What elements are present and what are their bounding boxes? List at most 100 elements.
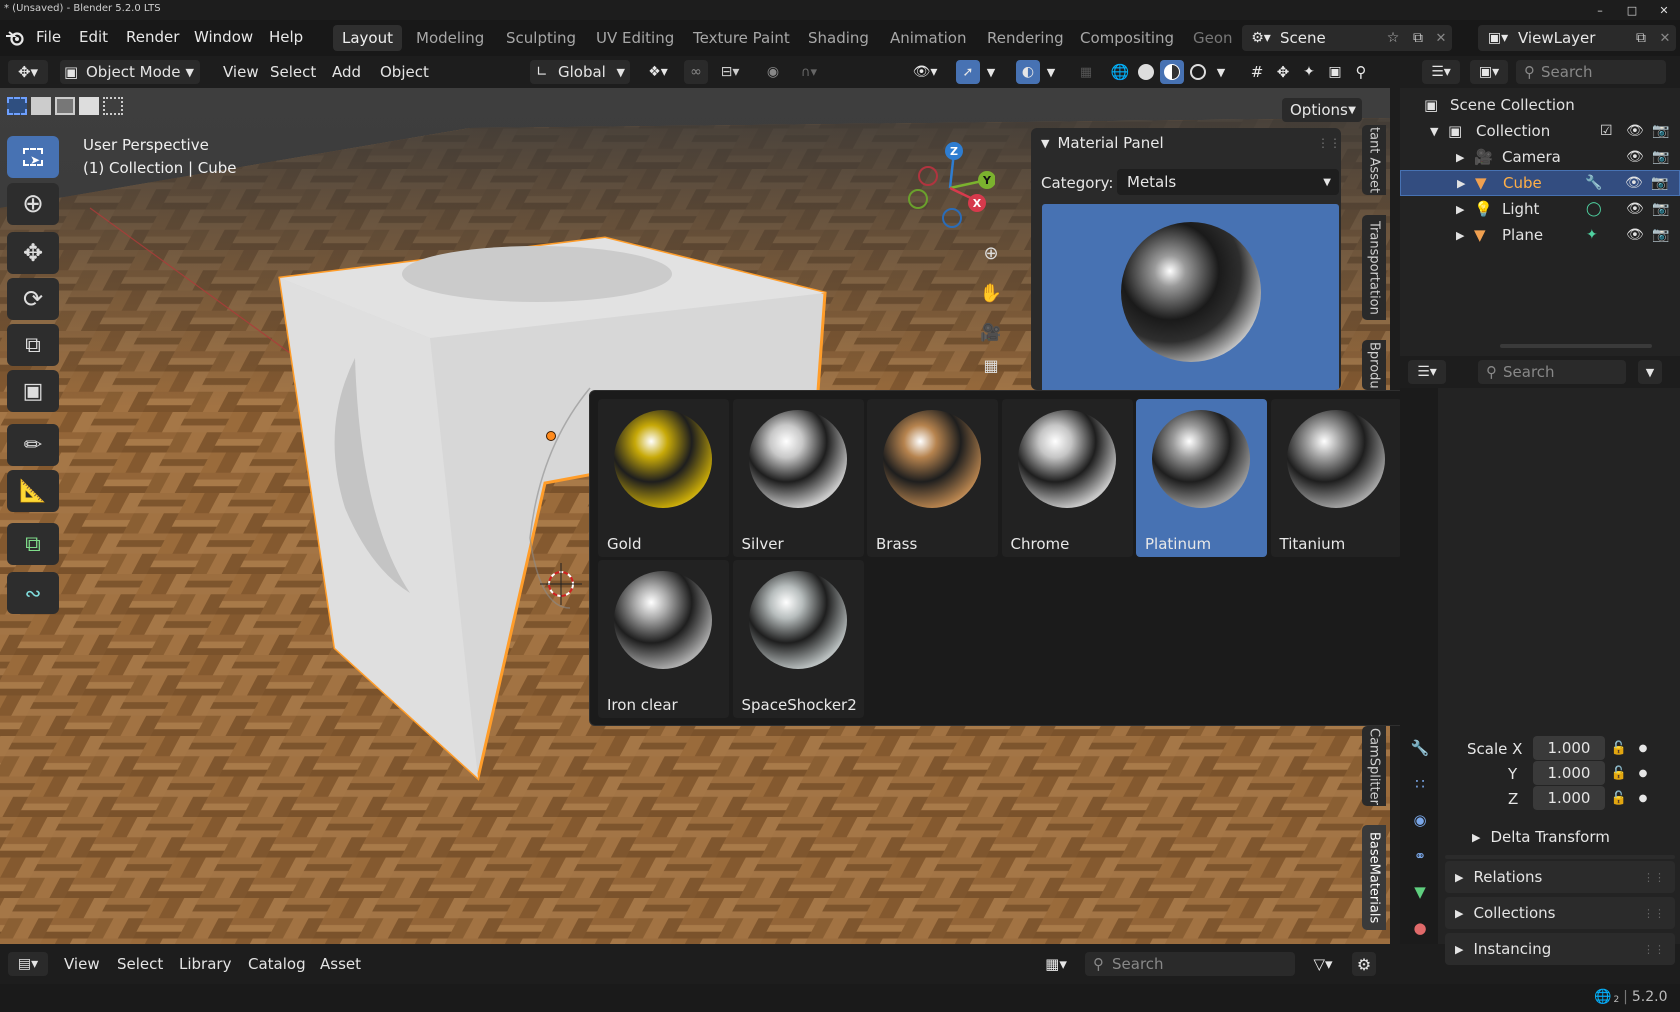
viewlayer-icon[interactable]: ▣▾: [1478, 30, 1518, 46]
display-mode-icon[interactable]: ▣▾: [1470, 60, 1508, 84]
tab-modeling[interactable]: Modeling: [407, 25, 493, 51]
falloff-icon[interactable]: ∩▾: [789, 60, 829, 84]
sidebar-tab-transportation[interactable]: Transportation: [1362, 215, 1386, 320]
scale-x-field[interactable]: 1.000: [1533, 736, 1605, 760]
chevron-down-icon[interactable]: ▼: [1042, 60, 1060, 84]
select-intersect-icon[interactable]: [103, 97, 123, 115]
eye-icon[interactable]: 👁: [1626, 123, 1652, 139]
snap-target-icon[interactable]: ⊟▾: [710, 60, 750, 84]
select-invert-icon[interactable]: [79, 97, 99, 115]
outliner-row-cube[interactable]: ▶ ▼ Cube 🔧 👁 📷: [1400, 170, 1680, 196]
blender-logo-icon[interactable]: [4, 29, 26, 47]
tab-rendering[interactable]: Rendering: [978, 25, 1073, 51]
outliner-row-plane[interactable]: ▶ ▼ Plane ✦ 👁 📷: [1400, 222, 1680, 248]
solid-shading-icon[interactable]: [1134, 60, 1158, 84]
remove-viewlayer-icon[interactable]: ✕: [1654, 31, 1676, 46]
checkbox-icon[interactable]: ☑: [1600, 123, 1626, 139]
asset-menu-catalog[interactable]: Catalog: [242, 952, 312, 976]
drag-handle-icon[interactable]: ⋮⋮: [1643, 871, 1665, 884]
options-dropdown[interactable]: Options ▼: [1282, 98, 1362, 122]
material-tile-silver[interactable]: Silver: [732, 399, 864, 557]
material-tile-spaceshocker2[interactable]: SpaceShocker2: [732, 560, 864, 718]
constraints-icon[interactable]: ⚭: [1408, 844, 1432, 868]
outliner-row-camera[interactable]: ▶ 🎥 Camera 👁 📷: [1400, 144, 1680, 170]
wrench-icon[interactable]: 🔧: [1585, 175, 1625, 191]
outliner-scrollbar[interactable]: [1500, 344, 1652, 348]
annotate-tool[interactable]: ✏: [7, 424, 59, 466]
zoom-icon[interactable]: ⊕: [976, 238, 1006, 268]
cursor-tool[interactable]: ⊕: [7, 183, 59, 225]
transform-orientation-dropdown[interactable]: ∟ Global ▼: [530, 60, 630, 84]
relations-panel[interactable]: ▶ Relations ⋮⋮: [1445, 861, 1675, 893]
menu-select[interactable]: Select: [264, 60, 322, 84]
frame-selected-icon[interactable]: ▣: [1323, 60, 1347, 84]
settings-gear-icon[interactable]: ⚙: [1352, 952, 1376, 976]
physics-icon[interactable]: ◉: [1408, 808, 1432, 832]
scene-selector[interactable]: ⚙▾ Scene ☆ ⧉ ✕: [1242, 25, 1452, 51]
transform-tool[interactable]: ▣: [7, 370, 59, 412]
camera-render-icon[interactable]: 📷: [1652, 227, 1680, 243]
eye-icon[interactable]: 👁: [1626, 201, 1652, 217]
asset-search-input[interactable]: ⚲ Search: [1085, 952, 1295, 976]
lock-icon[interactable]: 🔓: [1608, 736, 1630, 760]
tab-uv-editing[interactable]: UV Editing: [587, 25, 683, 51]
material-preview-icon[interactable]: [1160, 60, 1184, 84]
pan-hand-icon[interactable]: ✋: [976, 278, 1006, 308]
chevron-right-icon[interactable]: ▶: [1457, 177, 1475, 190]
chevron-down-icon[interactable]: ▼: [1430, 125, 1448, 138]
sidebar-tab-bprodu[interactable]: Bprodu: [1362, 340, 1386, 390]
light-data-icon[interactable]: ◯: [1586, 201, 1626, 217]
outliner-row-collection[interactable]: ▼ ▣ Collection ☑ 👁 📷: [1400, 118, 1680, 144]
material-tile-brass[interactable]: Brass: [867, 399, 998, 557]
menu-help[interactable]: Help: [263, 28, 309, 46]
tab-animation[interactable]: Animation: [881, 25, 975, 51]
pivot-point-icon[interactable]: ❖▾: [638, 60, 678, 84]
zoom-search-icon[interactable]: ⚲: [1349, 60, 1373, 84]
snap-icon[interactable]: ∞: [684, 60, 708, 84]
mesh-data-icon[interactable]: ✦: [1586, 227, 1626, 243]
snap-element-icon[interactable]: ✦: [1297, 60, 1321, 84]
editor-type-icon[interactable]: ✥▾: [8, 60, 48, 84]
select-new-icon[interactable]: [7, 97, 27, 115]
sidebar-tab-basematerials[interactable]: BaseMaterials: [1362, 825, 1386, 930]
outliner-row-light[interactable]: ▶ 💡 Light ◯ 👁 📷: [1400, 196, 1680, 222]
eye-icon[interactable]: 👁: [1626, 227, 1652, 243]
drag-handle-icon[interactable]: ⋮⋮: [1643, 943, 1665, 956]
outliner-search-input[interactable]: ⚲ Search: [1516, 60, 1666, 84]
material-tile-platinum[interactable]: Platinum: [1136, 399, 1267, 557]
eye-icon[interactable]: 👁: [1626, 149, 1652, 165]
sidebar-tab-camsplitter[interactable]: CamSplitter: [1362, 726, 1386, 806]
scene-icon[interactable]: ⚙▾: [1242, 30, 1280, 46]
particles-icon[interactable]: ∷: [1408, 772, 1432, 796]
tab-geometry-nodes[interactable]: Geon: [1184, 25, 1242, 51]
viewlayer-selector[interactable]: ▣▾ ViewLayer ⧉ ✕: [1478, 25, 1676, 51]
asset-menu-select[interactable]: Select: [111, 952, 169, 976]
new-viewlayer-icon[interactable]: ⧉: [1628, 30, 1654, 46]
asset-menu-library[interactable]: Library: [173, 952, 237, 976]
menu-add[interactable]: Add: [326, 60, 367, 84]
material-panel-header[interactable]: ▼ Material Panel: [1041, 134, 1164, 152]
scale-tool[interactable]: ⧉: [7, 324, 59, 366]
ortho-grid-icon[interactable]: ▦: [976, 353, 1006, 377]
properties-editor-type-icon[interactable]: ☰▾: [1408, 360, 1446, 384]
material-icon[interactable]: ●: [1408, 916, 1432, 940]
close-icon[interactable]: ✕: [1646, 0, 1680, 20]
asset-editor-type-icon[interactable]: ▤▾: [8, 952, 48, 976]
lock-icon[interactable]: 🔓: [1608, 786, 1630, 810]
camera-render-icon[interactable]: 📷: [1652, 201, 1680, 217]
delta-transform-panel[interactable]: ▶ Delta Transform: [1472, 828, 1610, 846]
eye-icon[interactable]: 👁: [1625, 175, 1651, 191]
select-subtract-icon[interactable]: [55, 97, 75, 115]
collections-panel[interactable]: ▶ Collections ⋮⋮: [1445, 897, 1675, 929]
menu-window[interactable]: Window: [188, 28, 259, 46]
filter-icon[interactable]: ▽▾: [1303, 952, 1343, 976]
material-tile-titanium[interactable]: Titanium: [1270, 399, 1402, 557]
scene-name[interactable]: Scene: [1280, 29, 1326, 47]
lock-icon[interactable]: 🔓: [1608, 761, 1630, 785]
object-data-icon[interactable]: ▼: [1408, 880, 1432, 904]
drag-handle-icon[interactable]: ⋮⋮: [1643, 907, 1665, 920]
rotate-tool[interactable]: ⟳: [7, 278, 59, 320]
move-tool[interactable]: ✥: [7, 232, 59, 274]
navigation-gizmo[interactable]: Z Y X: [905, 138, 996, 228]
select-box-tool[interactable]: ➤: [7, 136, 59, 178]
